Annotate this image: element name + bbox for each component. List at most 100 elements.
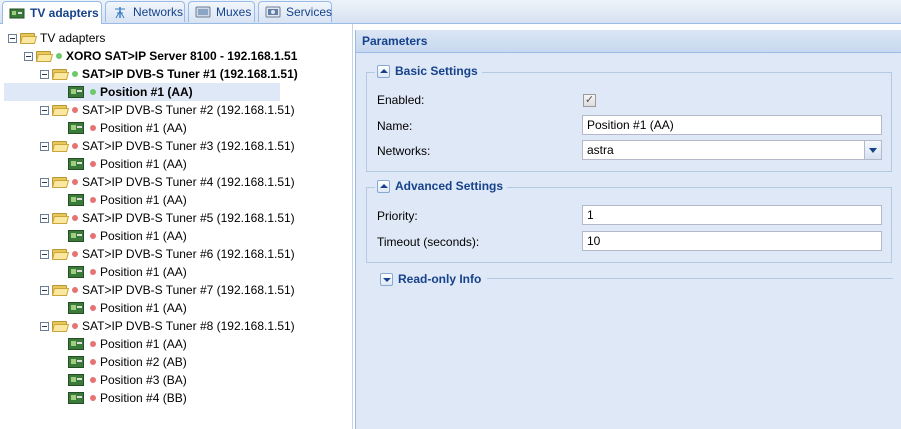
timeout-label: Timeout (seconds): xyxy=(377,235,480,249)
tree-node-label: Position #1 (AA) xyxy=(100,157,187,171)
status-dot-icon xyxy=(72,179,78,185)
networks-combo[interactable]: astra xyxy=(582,140,882,160)
tree-position-node[interactable]: Position #1 (AA) xyxy=(68,227,187,245)
tree-root-node[interactable]: TV adapters xyxy=(8,29,105,47)
tv-card-icon xyxy=(68,356,84,368)
tree-node-label: Position #1 (AA) xyxy=(100,337,187,351)
status-dot-icon xyxy=(72,323,78,329)
status-dot-icon xyxy=(90,89,96,95)
tree-position-node[interactable]: Position #1 (AA) xyxy=(68,299,187,317)
collapse-icon[interactable] xyxy=(40,285,49,295)
status-dot-icon xyxy=(90,125,96,131)
folder-icon xyxy=(51,284,70,296)
tab-networks[interactable]: Networks xyxy=(105,1,185,22)
advanced-settings-legend: Advanced Settings xyxy=(375,179,508,193)
readonly-info-divider xyxy=(487,278,893,279)
tv-card-icon xyxy=(68,230,84,242)
collapse-icon[interactable] xyxy=(40,177,49,187)
status-dot-icon xyxy=(72,143,78,149)
tree-tuner-node[interactable]: SAT>IP DVB-S Tuner #2 (192.168.1.51) xyxy=(40,101,295,119)
tree-position-node[interactable]: Position #2 (AB) xyxy=(68,353,187,371)
tree-node-label: Position #1 (AA) xyxy=(100,193,187,207)
basic-settings-legend: Basic Settings xyxy=(375,64,482,78)
tree-position-node[interactable]: Position #1 (AA) xyxy=(68,119,187,137)
tree-server-node[interactable]: XORO SAT>IP Server 8100 - 192.168.1.51 xyxy=(24,47,297,65)
readonly-info-label: Read-only Info xyxy=(398,272,482,286)
tv-card-icon xyxy=(68,86,84,98)
collapse-icon[interactable] xyxy=(40,69,49,79)
status-dot-icon xyxy=(90,269,96,275)
tv-card-icon xyxy=(9,6,25,20)
collapse-icon[interactable] xyxy=(8,33,17,43)
collapse-icon[interactable] xyxy=(24,51,33,61)
collapse-icon[interactable] xyxy=(40,105,49,115)
tree-tuner-node[interactable]: SAT>IP DVB-S Tuner #1 (192.168.1.51) xyxy=(40,65,298,83)
services-icon xyxy=(265,5,281,19)
tree-position-node[interactable]: Position #1 (AA) xyxy=(68,335,187,353)
enabled-checkbox[interactable]: ✓ xyxy=(583,94,596,107)
parameters-panel: Parameters Basic Settings Enabled: ✓ Nam… xyxy=(355,30,901,429)
collapse-toggle-icon[interactable] xyxy=(377,64,390,78)
readonly-info-legend[interactable]: Read-only Info xyxy=(378,272,486,286)
tree-position-node[interactable]: Position #1 (AA) xyxy=(68,155,187,173)
tab-label: TV adapters xyxy=(30,6,99,20)
tree-node-label: SAT>IP DVB-S Tuner #3 (192.168.1.51) xyxy=(82,139,295,153)
folder-icon xyxy=(51,140,70,152)
basic-settings-label: Basic Settings xyxy=(395,64,478,78)
tab-tv-adapters[interactable]: TV adapters xyxy=(2,1,102,24)
tree-position-node[interactable]: Position #1 (AA) xyxy=(68,191,187,209)
mux-icon xyxy=(195,5,211,19)
status-dot-icon xyxy=(72,107,78,113)
tree-node-label: SAT>IP DVB-S Tuner #7 (192.168.1.51) xyxy=(82,283,295,297)
status-dot-icon xyxy=(90,377,96,383)
collapse-icon[interactable] xyxy=(40,321,49,331)
folder-icon xyxy=(51,248,70,260)
tree-position-node[interactable]: Position #1 (AA) xyxy=(68,263,187,281)
folder-icon xyxy=(19,32,38,44)
folder-icon xyxy=(51,104,70,116)
networks-value: astra xyxy=(587,143,614,157)
tab-muxes[interactable]: Muxes xyxy=(188,1,255,22)
tree-node-label: XORO SAT>IP Server 8100 - 192.168.1.51 xyxy=(66,49,298,63)
advanced-settings-fieldset: Advanced Settings Priority: Timeout (sec… xyxy=(366,179,892,263)
tree-node-label: Position #3 (BA) xyxy=(100,373,187,387)
status-dot-icon xyxy=(90,395,96,401)
tab-bar: TV adapters Networks Muxes Services xyxy=(0,0,901,24)
status-dot-icon xyxy=(56,53,62,59)
tree-tuner-node[interactable]: SAT>IP DVB-S Tuner #8 (192.168.1.51) xyxy=(40,317,295,335)
chevron-down-icon[interactable] xyxy=(864,141,881,159)
tree-tuner-node[interactable]: SAT>IP DVB-S Tuner #3 (192.168.1.51) xyxy=(40,137,295,155)
tree-position-node[interactable]: Position #1 (AA) xyxy=(4,83,280,101)
tree-tuner-node[interactable]: SAT>IP DVB-S Tuner #4 (192.168.1.51) xyxy=(40,173,295,191)
collapse-icon[interactable] xyxy=(40,249,49,259)
tv-card-icon xyxy=(68,302,84,314)
status-dot-icon xyxy=(90,341,96,347)
tree-node-label: SAT>IP DVB-S Tuner #1 (192.168.1.51) xyxy=(82,67,298,81)
tab-services[interactable]: Services xyxy=(258,1,332,22)
folder-icon xyxy=(35,50,54,62)
tv-card-icon xyxy=(68,158,84,170)
status-dot-icon xyxy=(72,71,78,77)
timeout-field[interactable] xyxy=(582,231,882,251)
tree-node-label: Position #1 (AA) xyxy=(100,85,193,99)
tree-node-label: TV adapters xyxy=(40,31,106,45)
folder-icon xyxy=(51,212,70,224)
collapse-toggle-icon[interactable] xyxy=(377,179,390,193)
status-dot-icon xyxy=(90,233,96,239)
tree-tuner-node[interactable]: SAT>IP DVB-S Tuner #6 (192.168.1.51) xyxy=(40,245,295,263)
tree-tuner-node[interactable]: SAT>IP DVB-S Tuner #5 (192.168.1.51) xyxy=(40,209,295,227)
tree-position-node[interactable]: Position #4 (BB) xyxy=(68,389,187,407)
priority-field[interactable] xyxy=(582,205,882,225)
name-field[interactable] xyxy=(582,115,882,135)
status-dot-icon xyxy=(72,215,78,221)
tree-tuner-node[interactable]: SAT>IP DVB-S Tuner #7 (192.168.1.51) xyxy=(40,281,295,299)
tree-position-node[interactable]: Position #3 (BA) xyxy=(68,371,187,389)
collapse-icon[interactable] xyxy=(40,141,49,151)
folder-icon xyxy=(51,68,70,80)
expand-toggle-icon[interactable] xyxy=(380,272,393,286)
folder-icon xyxy=(51,320,70,332)
collapse-icon[interactable] xyxy=(40,213,49,223)
status-dot-icon xyxy=(72,251,78,257)
adapter-tree: TV adapters XORO SAT>IP Server 8100 - 19… xyxy=(0,24,353,429)
tv-card-icon xyxy=(68,374,84,386)
